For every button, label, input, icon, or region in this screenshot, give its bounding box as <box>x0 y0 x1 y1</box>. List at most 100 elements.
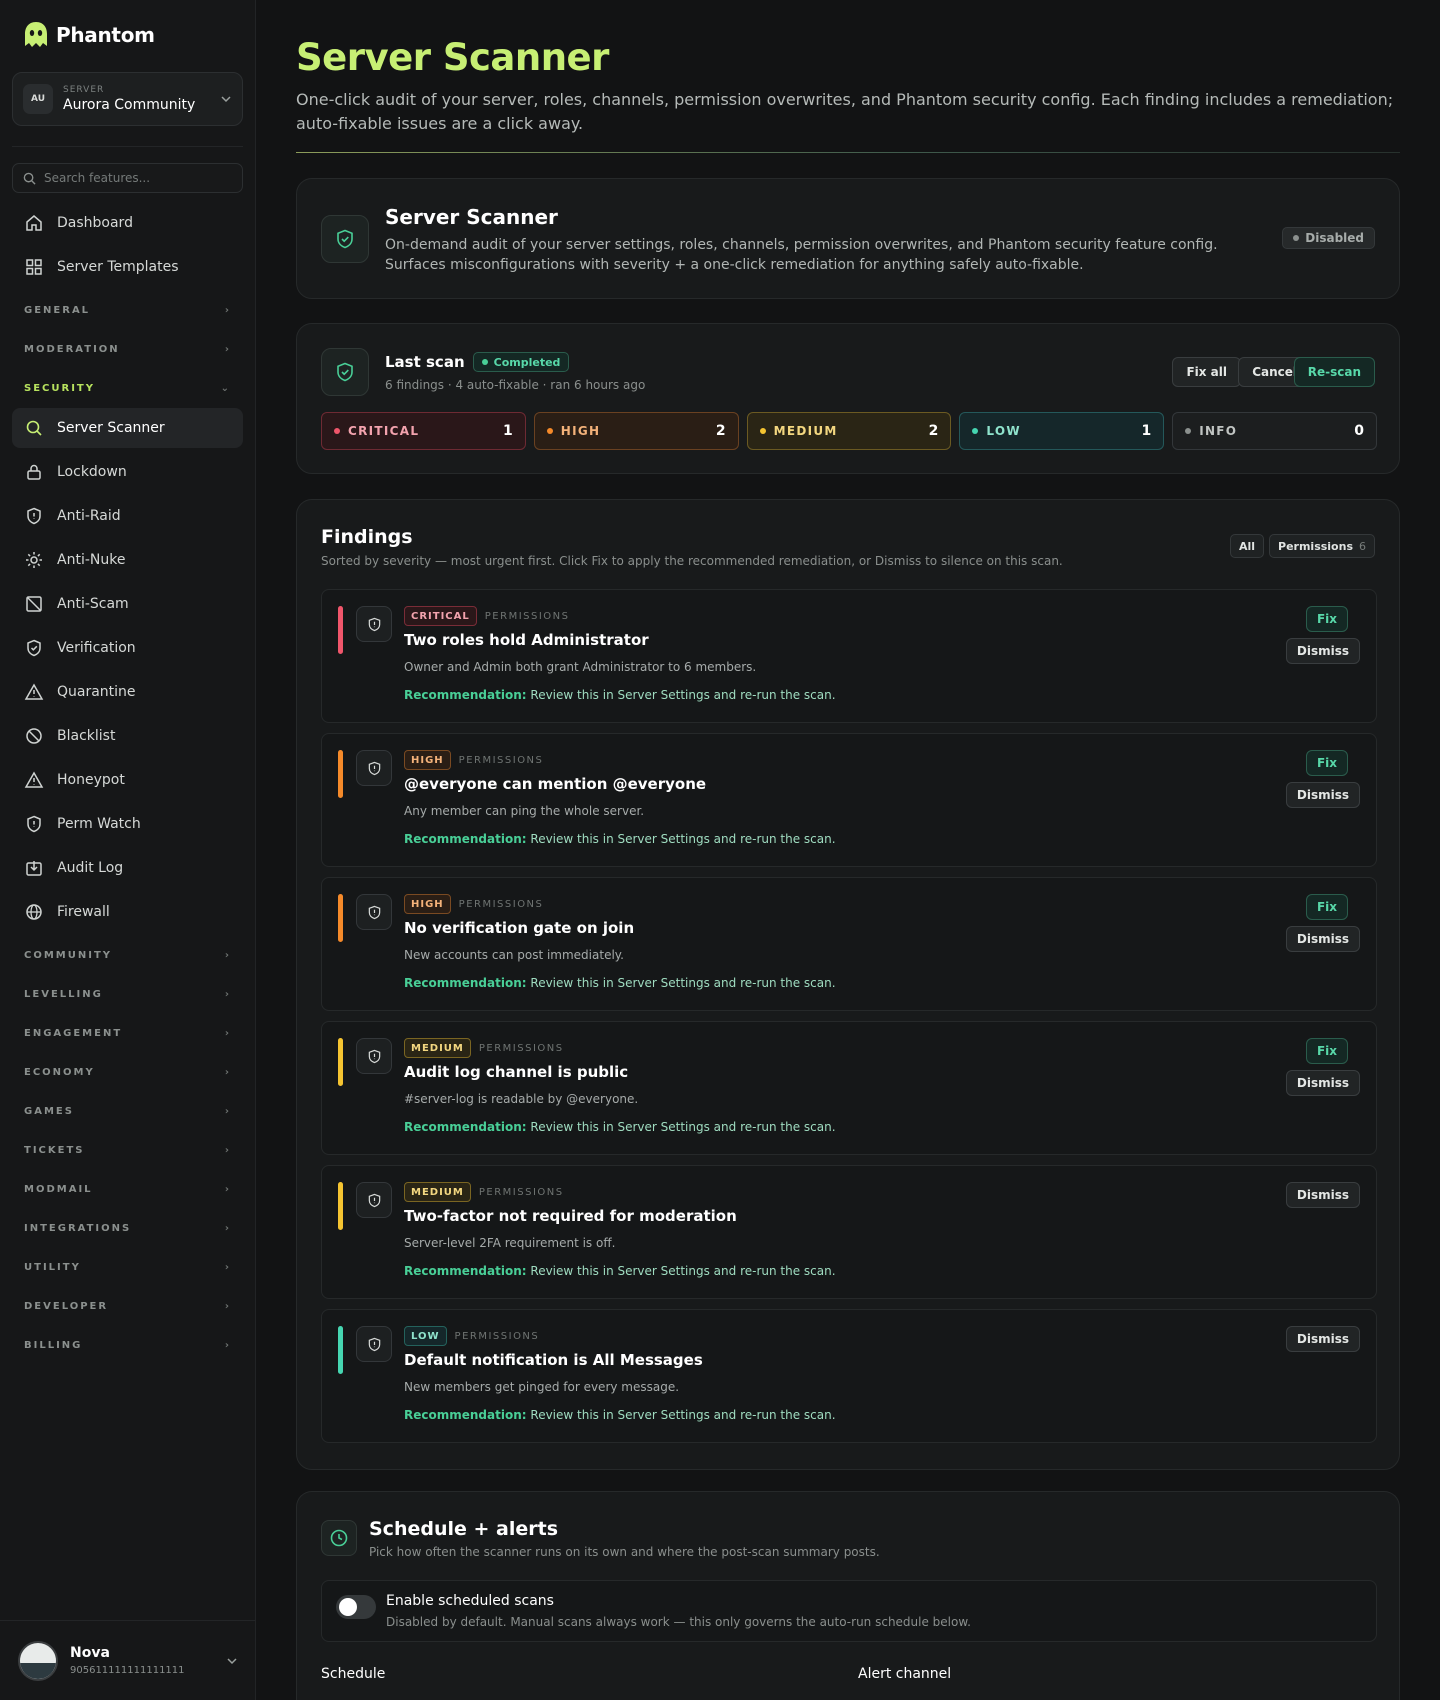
nav-section-community[interactable]: COMMUNITY › <box>12 936 243 975</box>
dismiss-button[interactable]: Dismiss <box>1285 1070 1360 1096</box>
ban-icon <box>26 728 42 744</box>
finding-title: Default notification is All Messages <box>404 1351 703 1369</box>
image-off-icon <box>26 596 42 612</box>
gear-icon <box>26 552 42 568</box>
sidebar-item-lockdown[interactable]: Lockdown <box>12 452 243 492</box>
sidebar-item-dashboard[interactable]: Dashboard <box>12 203 243 243</box>
status-dot <box>1293 235 1300 241</box>
nav-section-moderation[interactable]: MODERATION › <box>12 330 243 369</box>
shield-alert-icon <box>356 1182 392 1218</box>
brand-name: Phantom <box>56 23 155 47</box>
filter-permissions[interactable]: Permissions 6 <box>1269 534 1375 558</box>
dismiss-button[interactable]: Dismiss <box>1285 1182 1360 1208</box>
scan-status-badge: Completed <box>472 352 570 372</box>
chevron-right-icon: › <box>224 1223 231 1234</box>
finding-title: No verification gate on join <box>404 919 635 937</box>
sidebar-item-quarantine[interactable]: Quarantine <box>12 672 243 712</box>
severity-tag: HIGH <box>404 894 451 914</box>
nav-section-developer[interactable]: DEVELOPER › <box>12 1287 243 1326</box>
sidebar-item-server-templates[interactable]: Server Templates <box>12 247 243 287</box>
shield-alert-icon <box>356 1326 392 1362</box>
finding-row: LOW PERMISSIONS Default notification is … <box>321 1309 1377 1443</box>
inbox-download-icon <box>26 861 42 876</box>
finding-recommendation: Recommendation: Review this in Server Se… <box>404 976 836 990</box>
globe-icon <box>26 904 42 920</box>
nav-section-utility[interactable]: UTILITY › <box>12 1248 243 1287</box>
findings-filter: All Permissions 6 <box>1229 534 1375 558</box>
severity-critical[interactable]: CRITICAL 1 <box>321 412 526 450</box>
severity-bar <box>338 1326 343 1374</box>
findings-subtitle: Sorted by severity — most urgent first. … <box>321 554 1063 568</box>
nav-section-integrations[interactable]: INTEGRATIONS › <box>12 1209 243 1248</box>
feature-description: On-demand audit of your server settings,… <box>385 237 1218 273</box>
severity-bar <box>338 750 343 798</box>
sidebar-item-honeypot[interactable]: Honeypot <box>12 760 243 800</box>
warning-icon <box>24 683 44 700</box>
fix-button[interactable]: Fix <box>1305 1038 1348 1064</box>
user-menu[interactable]: Nova 905611111111111111 <box>0 1620 256 1700</box>
sidebar-item-verification[interactable]: Verification <box>12 628 243 668</box>
sidebar-item-audit-log[interactable]: Audit Log <box>12 848 243 888</box>
finding-recommendation: Recommendation: Review this in Server Se… <box>404 1264 836 1278</box>
shield-check-icon <box>321 348 369 396</box>
scan-meta: 6 findings · 4 auto-fixable · ran 6 hour… <box>385 378 646 392</box>
sidebar: Phantom AU SERVER Aurora Community Searc… <box>0 0 256 1700</box>
home-icon <box>26 215 42 231</box>
sidebar-item-anti-scam[interactable]: Anti-Scam <box>12 584 243 624</box>
dismiss-button[interactable]: Dismiss <box>1285 1326 1360 1352</box>
dismiss-button[interactable]: Dismiss <box>1285 926 1360 952</box>
nav-section-games[interactable]: GAMES › <box>12 1092 243 1131</box>
nav-section-levelling[interactable]: LEVELLING › <box>12 975 243 1014</box>
nav-section-engagement[interactable]: ENGAGEMENT › <box>12 1014 243 1053</box>
dismiss-button[interactable]: Dismiss <box>1285 782 1360 808</box>
schedule-label: Schedule <box>321 1666 386 1682</box>
fix-button[interactable]: Fix <box>1305 894 1348 920</box>
sidebar-item-blacklist[interactable]: Blacklist <box>12 716 243 756</box>
finding-row: HIGH PERMISSIONS No verification gate on… <box>321 877 1377 1011</box>
status-badge: Disabled <box>1282 227 1375 249</box>
sidebar-item-anti-raid[interactable]: Anti-Raid <box>12 496 243 536</box>
alert-channel-label: Alert channel <box>858 1666 952 1682</box>
nav-section-billing[interactable]: BILLING › <box>12 1326 243 1365</box>
nav-section-tickets[interactable]: TICKETS › <box>12 1131 243 1170</box>
nav-section-general[interactable]: GENERAL › <box>12 291 243 330</box>
shield-check-icon <box>27 639 41 657</box>
sidebar-item-server-scanner[interactable]: Server Scanner <box>12 408 243 448</box>
search-placeholder: Search features... <box>44 171 151 185</box>
chevron-right-icon: › <box>224 305 231 316</box>
fix-all-button[interactable]: Fix all <box>1172 357 1241 387</box>
sidebar-item-perm-watch[interactable]: Perm Watch <box>12 804 243 844</box>
toggle-label: Enable scheduled scans <box>386 1593 554 1609</box>
severity-info[interactable]: INFO 0 <box>1172 412 1377 450</box>
server-selector[interactable]: AU SERVER Aurora Community <box>12 72 243 126</box>
severity-tag: MEDIUM <box>404 1182 471 1202</box>
severity-low[interactable]: LOW 1 <box>959 412 1165 450</box>
user-name: Nova <box>70 1645 110 1661</box>
nav-section-security[interactable]: SECURITY ⌄ <box>12 369 243 408</box>
server-name: Aurora Community <box>63 97 196 113</box>
server-label: SERVER <box>63 85 105 95</box>
category-tag: PERMISSIONS <box>458 898 544 910</box>
page-subtitle: One-click audit of your server, roles, c… <box>296 90 1394 133</box>
filter-all[interactable]: All <box>1229 534 1265 558</box>
scheduled-scans-toggle[interactable] <box>336 1595 376 1619</box>
sidebar-item-firewall[interactable]: Firewall <box>12 892 243 932</box>
fix-button[interactable]: Fix <box>1305 750 1348 776</box>
shield-alert-icon <box>27 815 41 833</box>
page-title: Server Scanner <box>296 36 609 79</box>
nav-section-modmail[interactable]: MODMAIL › <box>12 1170 243 1209</box>
shield-check-icon <box>321 215 369 263</box>
fix-button[interactable]: Fix <box>1305 606 1348 632</box>
rescan-button[interactable]: Re-scan <box>1293 357 1375 387</box>
chevron-right-icon: › <box>224 989 231 1000</box>
grid-icon <box>26 259 42 275</box>
finding-row: MEDIUM PERMISSIONS Two-factor not requir… <box>321 1165 1377 1299</box>
severity-medium[interactable]: MEDIUM 2 <box>746 412 952 450</box>
brand[interactable]: Phantom <box>22 20 155 50</box>
dismiss-button[interactable]: Dismiss <box>1285 638 1360 664</box>
nav-section-economy[interactable]: ECONOMY › <box>12 1053 243 1092</box>
severity-high[interactable]: HIGH 2 <box>533 412 739 450</box>
sidebar-item-anti-nuke[interactable]: Anti-Nuke <box>12 540 243 580</box>
feature-search[interactable]: Search features... <box>12 163 243 193</box>
feature-title: Server Scanner <box>385 205 558 229</box>
